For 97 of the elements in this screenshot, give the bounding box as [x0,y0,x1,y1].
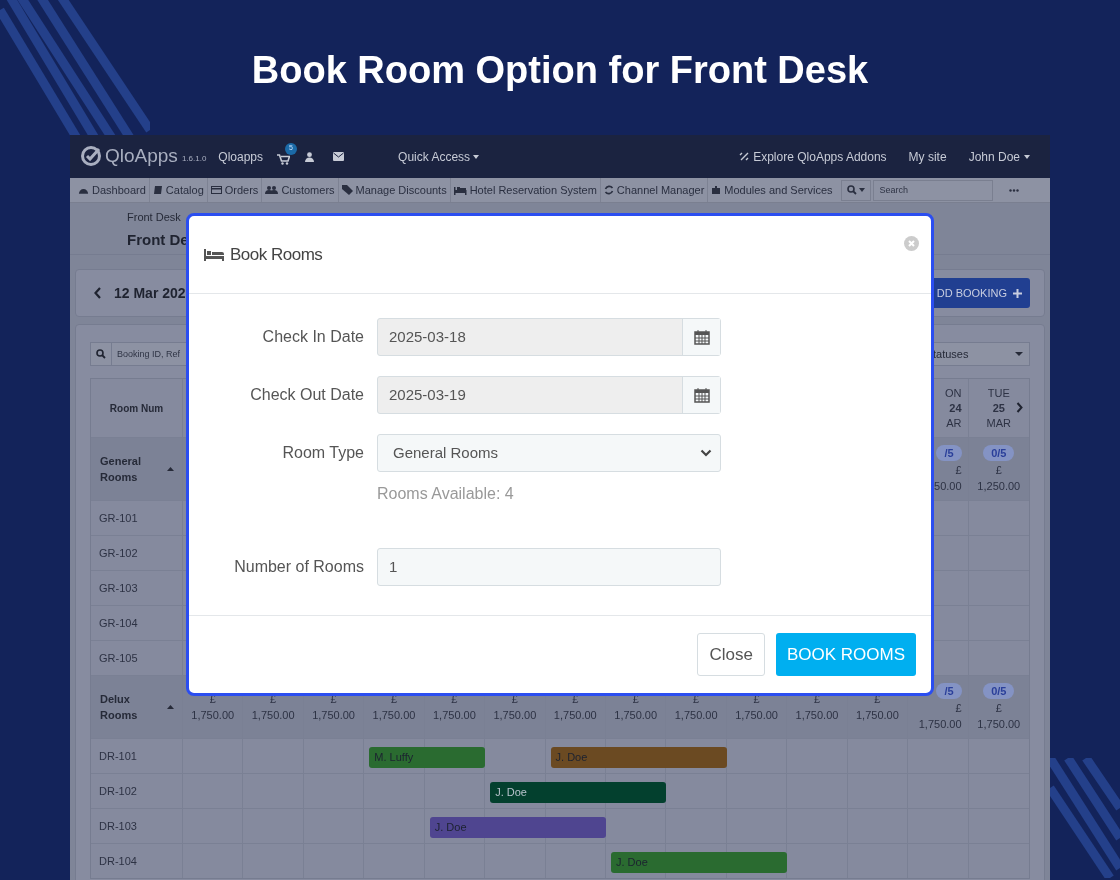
currency-label: £ [955,462,962,478]
rooms-available-note: Rooms Available: 4 [377,484,515,504]
price-label: 1,750.00 [856,708,899,723]
price-label: 50.00 [934,478,962,494]
price-label: 1,750.00 [433,708,476,723]
menu-item[interactable]: Modules and Services [707,178,836,202]
number-field[interactable]: 1 [377,548,721,586]
availability-badge: /5 [936,444,962,461]
sort-caret-icon[interactable] [167,467,174,471]
price-label: 1,750.00 [674,708,718,723]
price-label: 1,750.00 [372,708,416,723]
unlink-icon [739,151,751,162]
menu-item[interactable]: Dashboard [75,178,149,202]
price-label: 1,750.00 [614,708,658,723]
menu-item[interactable]: Hotel Reservation System [449,178,600,202]
availability-badge: 0/5 [983,682,1015,699]
menu-item[interactable]: Manage Discounts [337,178,450,202]
price-label: 1,750.00 [795,708,839,723]
field-label: Number of Rooms [233,557,365,577]
booking-bar[interactable]: J. Doe [611,852,788,873]
logo-text: QloApps [105,144,178,169]
logo-icon [80,144,104,169]
calendar-icon [693,329,710,345]
caret-icon [473,154,480,159]
search-field[interactable]: Search [872,179,993,201]
month-label: MAR [986,415,1011,431]
breadcrumb[interactable]: Front Desk [127,209,181,226]
price-label: 1,750.00 [553,708,597,723]
price-label: 1,750.00 [191,708,235,723]
group-name: Delux Rooms [100,692,139,723]
close-button[interactable]: Close [697,633,765,676]
version-text: 1.6.1.0 [181,153,207,165]
tag-icon [341,185,353,195]
price-label: 1,750.00 [735,708,778,723]
shop-link[interactable]: Qloapps [218,147,264,166]
user-menu[interactable]: John Doe [968,147,1030,166]
currency-label: £ [995,700,1002,716]
weekday-label: TUE [987,385,1010,401]
calendar-button[interactable] [682,377,720,413]
chevron-right-icon[interactable] [1016,402,1023,413]
booking-bar[interactable]: J. Doe [490,782,667,803]
field-label: Check In Date [261,327,365,347]
currency-label: £ [955,700,962,716]
weekday-label: ON [945,385,962,401]
menu-item[interactable]: Channel Manager [599,178,708,202]
room-number: DR-104 [91,844,183,878]
book-rooms-button[interactable]: BOOK ROOMS [775,633,916,676]
availability-badge: /5 [936,682,962,699]
date-field[interactable]: 2025-03-18 [377,318,721,356]
caret-icon [1015,352,1023,356]
calendar-button[interactable] [682,319,720,355]
month-label: AR [946,415,962,431]
search-type-button[interactable] [840,179,871,201]
chevron-left-icon[interactable] [94,287,102,299]
my-site-link[interactable]: My site [908,147,947,166]
price-label: 1,750.00 [251,708,295,723]
date-range: 12 Mar 202 [114,283,186,303]
dialog-title: Book Rooms [230,243,323,266]
plus-icon [1013,288,1022,298]
caret-icon [1024,154,1030,159]
bed-icon [204,248,224,261]
addons-link[interactable]: Explore QloApps Addons [739,147,887,166]
menu-item[interactable]: Customers [261,178,338,202]
field-label: Room Type [281,443,365,463]
currency-label: £ [995,462,1002,478]
chevron-down-icon [700,449,712,457]
users-icon [265,185,279,195]
card-icon [210,185,222,195]
cart-icon[interactable] [277,153,291,165]
headline: Book Room Option for Front Desk [251,48,869,92]
price-label: 1,750.00 [312,708,355,723]
room-type-select[interactable]: General Rooms [377,434,721,472]
date-field[interactable]: 2025-03-19 [377,376,721,414]
caret-icon [858,188,865,192]
search-icon [846,185,857,195]
price-label: 1,750.00 [493,708,537,723]
price-label: 1,250.00 [977,478,1021,494]
booking-bar[interactable]: M. Luffy [369,747,486,768]
mail-icon[interactable] [333,152,345,161]
quick-access-menu[interactable]: Quick Access [398,147,480,166]
day-label: 25 [992,400,1005,416]
search-icon [96,349,106,359]
sort-caret-icon[interactable] [167,705,174,709]
availability-badge: 0/5 [983,444,1015,461]
more-icon[interactable] [1008,188,1019,192]
price-label: 1,750.00 [977,716,1021,732]
field-label: Check Out Date [249,385,365,405]
day-label: 24 [949,400,962,416]
bed-icon [453,185,467,195]
refresh-icon [603,185,614,195]
user-icon[interactable] [305,151,315,162]
menu-item[interactable]: Catalog [148,178,207,202]
group-name: General Rooms [100,454,142,485]
price-label: 1,750.00 [918,716,962,732]
menu-item[interactable]: Orders [206,178,262,202]
book-icon [152,185,163,195]
calendar-icon [693,387,710,403]
